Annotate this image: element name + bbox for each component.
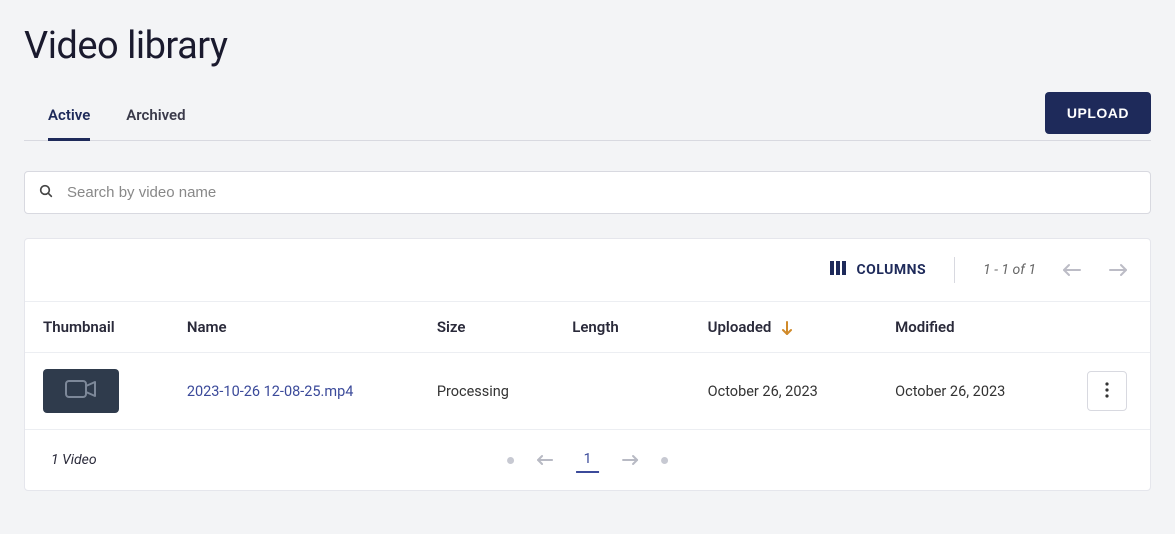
- video-uploaded: October 26, 2023: [692, 353, 880, 430]
- col-header-modified[interactable]: Modified: [879, 302, 1067, 353]
- video-name-link[interactable]: 2023-10-26 12-08-25.mp4: [187, 383, 354, 400]
- page-title: Video library: [24, 24, 1151, 68]
- video-modified: October 26, 2023: [879, 353, 1067, 430]
- col-header-thumbnail[interactable]: Thumbnail: [25, 302, 171, 353]
- toolbar-divider: [954, 257, 955, 283]
- next-page-icon[interactable]: [1108, 263, 1128, 277]
- pager-next-icon[interactable]: [621, 454, 639, 466]
- col-header-actions: [1067, 302, 1150, 353]
- columns-button[interactable]: COLUMNS: [830, 261, 926, 279]
- col-header-size[interactable]: Size: [421, 302, 556, 353]
- video-thumbnail[interactable]: [43, 369, 119, 413]
- tab-archived[interactable]: Archived: [126, 96, 185, 141]
- sort-desc-icon: [781, 321, 793, 335]
- card-toolbar: COLUMNS 1 - 1 of 1: [25, 239, 1150, 301]
- col-header-name[interactable]: Name: [171, 302, 421, 353]
- video-length: [556, 353, 691, 430]
- col-header-uploaded[interactable]: Uploaded: [692, 302, 880, 353]
- pager-info: 1 - 1 of 1: [983, 262, 1036, 278]
- columns-icon: [830, 261, 846, 279]
- prev-page-icon[interactable]: [1062, 263, 1082, 277]
- video-count: 1 Video: [51, 452, 97, 468]
- tab-active[interactable]: Active: [48, 96, 90, 141]
- columns-label: COLUMNS: [856, 262, 926, 278]
- search-wrap: [24, 171, 1151, 214]
- row-actions-button[interactable]: [1087, 371, 1127, 411]
- pager-dot-last[interactable]: [661, 457, 668, 464]
- video-icon: [65, 378, 97, 404]
- upload-button[interactable]: UPLOAD: [1045, 92, 1151, 134]
- kebab-icon: [1105, 382, 1109, 401]
- search-icon: [38, 183, 54, 203]
- pager-dot-first[interactable]: [507, 457, 514, 464]
- video-table-card: COLUMNS 1 - 1 of 1: [24, 238, 1151, 491]
- card-footer: 1 Video 1: [25, 430, 1150, 490]
- col-header-uploaded-label: Uploaded: [708, 318, 772, 336]
- video-size: Processing: [421, 353, 556, 430]
- header-row: Active Archived UPLOAD: [24, 92, 1151, 141]
- pager-prev-icon[interactable]: [536, 454, 554, 466]
- pager-bottom: 1: [507, 447, 669, 473]
- col-header-length[interactable]: Length: [556, 302, 691, 353]
- tabs: Active Archived: [24, 96, 186, 140]
- video-table: Thumbnail Name Size Length Uploaded: [25, 301, 1150, 430]
- pager-top: 1 - 1 of 1: [983, 262, 1128, 278]
- table-row: 2023-10-26 12-08-25.mp4 Processing Octob…: [25, 353, 1150, 430]
- current-page[interactable]: 1: [576, 447, 600, 473]
- search-input[interactable]: [24, 171, 1151, 214]
